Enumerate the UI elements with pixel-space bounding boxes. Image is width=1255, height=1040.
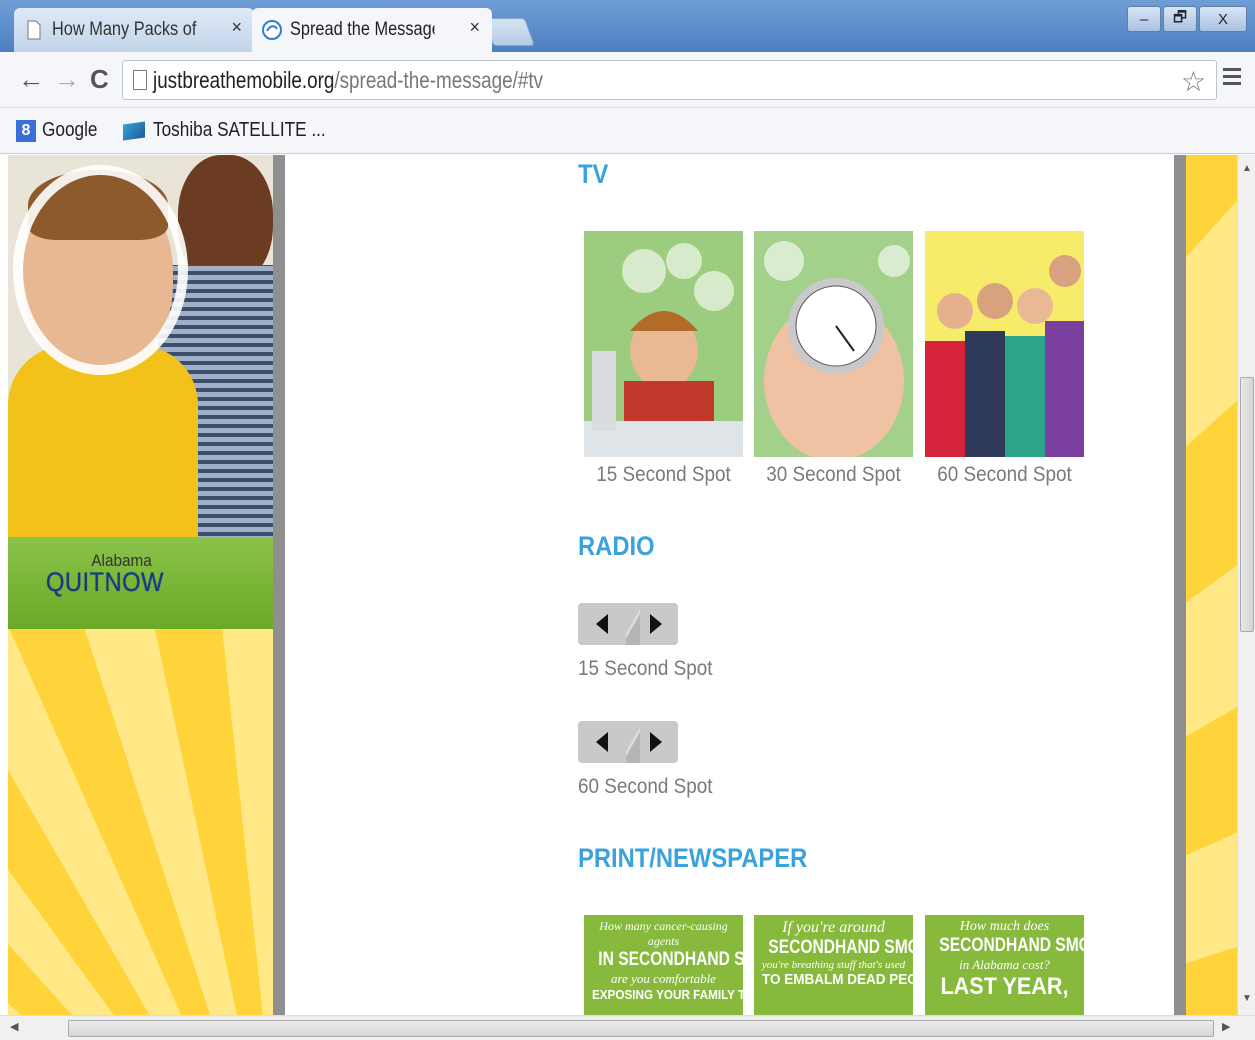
main-content: TV 15 Second Spot 30 Second Spot 60 Seco… [273,155,1186,1015]
tv-spot-60-thumbnail[interactable] [925,231,1084,457]
tab-sugar[interactable]: How Many Packs of Sugar × [14,8,254,52]
scroll-left-icon[interactable]: ◀ [10,1020,18,1033]
radio-60-label: 60 Second Spot [578,775,713,798]
print-ad-1[interactable]: How many cancer-causing agents IN SECOND… [584,915,743,1015]
browser-toolbar: ← → C justbreathemobile.org/spread-the-m… [0,52,1255,108]
menu-icon[interactable] [1223,68,1241,89]
tv-spot-60-caption[interactable]: 60 Second Spot [933,463,1076,487]
play-icon[interactable] [650,614,662,634]
browser-titlebar: How Many Packs of Sugar × Spread the Mes… [0,0,1255,52]
tab-spread-the-message[interactable]: Spread the Message | Just × [252,8,492,52]
tv-spot-30-thumbnail[interactable] [754,231,913,457]
vertical-scroll-thumb[interactable] [1240,377,1254,632]
minimize-button[interactable]: – [1127,6,1161,32]
radio-15-label: 15 Second Spot [578,657,713,680]
maximize-button[interactable]: 🗗 [1163,6,1197,32]
tab-title: Spread the Message | Just [290,19,435,40]
back-arrow-icon[interactable]: ← [18,64,44,95]
close-icon[interactable]: × [469,17,480,38]
scroll-right-icon[interactable]: ▶ [1222,1020,1230,1033]
tv-heading: TV [578,159,609,189]
scroll-down-icon[interactable]: ▼ [1242,993,1252,1004]
page-icon [133,70,147,90]
rewind-icon[interactable] [596,732,608,752]
left-sidebar: Alabama QUITNOW [8,155,273,1015]
close-icon[interactable]: × [231,17,242,38]
play-icon[interactable] [650,732,662,752]
vertical-scrollbar[interactable]: ▲ ▼ [1237,155,1255,1015]
print-ad-2[interactable]: If you're around SECONDHAND SMOKE you're… [754,915,913,1015]
google-icon: 8 [16,119,36,142]
page-icon [24,19,44,41]
horizontal-scrollbar[interactable]: ◀ ▶ [0,1015,1255,1040]
site-favicon-icon [262,19,282,41]
print-ad-3[interactable]: How much does SECONDHAND SMOKE in Alabam… [925,915,1084,1015]
rewind-icon[interactable] [596,614,608,634]
bookmark-google[interactable]: 8 Google [16,119,107,142]
tab-title: How Many Packs of Sugar [52,19,197,40]
forward-arrow-icon[interactable]: → [54,64,80,95]
radio-15-audio-player[interactable] [578,603,678,645]
tv-spot-15-caption[interactable]: 15 Second Spot [592,463,735,487]
close-window-button[interactable]: X [1199,6,1247,32]
url-text[interactable]: justbreathemobile.org/spread-the-message… [153,67,543,94]
children-photo [8,155,273,537]
tv-spot-15-thumbnail[interactable] [584,231,743,457]
toshiba-icon [122,120,145,141]
page-viewport: Alabama QUITNOW TV 15 Second Spot 30 Sec… [8,155,1237,1015]
bookmark-toshiba[interactable]: Toshiba SATELLITE ... [122,119,354,142]
tv-spot-30-caption[interactable]: 30 Second Spot [762,463,905,487]
radio-60-audio-player[interactable] [578,721,678,763]
horizontal-scroll-thumb[interactable] [68,1020,1214,1037]
print-heading: PRINT/NEWSPAPER [578,843,808,873]
quitnow-logo[interactable]: Alabama QUITNOW [8,537,273,629]
scroll-up-icon[interactable]: ▲ [1242,163,1252,174]
window-controls: – 🗗 X [1127,6,1247,32]
address-bar[interactable]: justbreathemobile.org/spread-the-message… [122,60,1217,100]
bookmarks-bar: 8 Google Toshiba SATELLITE ... [0,108,1255,154]
radio-heading: RADIO [578,531,655,561]
reload-icon[interactable]: C [90,64,109,95]
bookmark-star-icon[interactable]: ☆ [1181,65,1206,98]
